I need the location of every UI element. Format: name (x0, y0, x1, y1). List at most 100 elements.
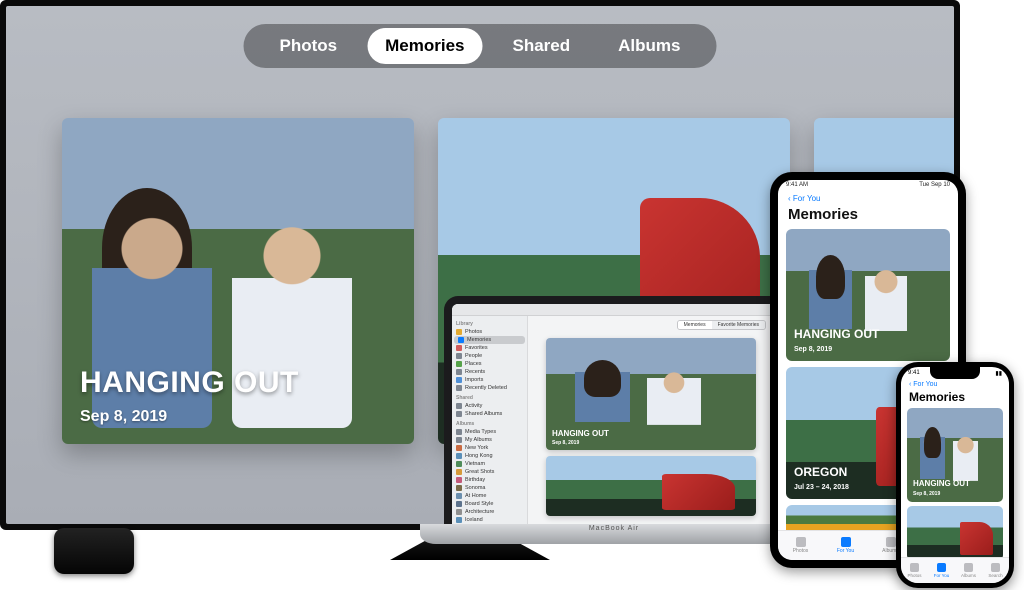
sidebar-item-icon (456, 345, 462, 351)
tab-label: Search (988, 573, 1002, 578)
macbook-base: MacBook Air (420, 524, 808, 544)
sidebar-item-label: People (465, 353, 482, 359)
sidebar-item-icon (456, 385, 462, 391)
sidebar-item-great-shots[interactable]: Great Shots (452, 468, 527, 476)
status-time: 9:41 (908, 370, 920, 381)
macbook-frame: LibraryPhotosMemoriesFavoritesPeoplePlac… (444, 296, 784, 524)
tab-label: Photos (793, 548, 809, 554)
memory-title: HANGING OUT (80, 366, 299, 400)
tab-for-you[interactable]: For You (928, 558, 955, 583)
sidebar-item-photos[interactable]: Photos (452, 328, 527, 336)
sidebar-item-my-albums[interactable]: My Albums (452, 436, 527, 444)
sidebar-item-label: Imports (465, 377, 483, 383)
sidebar-item-label: Recents (465, 369, 485, 375)
memory-title: HANGING OUT (794, 327, 879, 341)
search-icon (991, 563, 1000, 572)
sidebar-item-media-types[interactable]: Media Types (452, 428, 527, 436)
sidebar-item-at-home[interactable]: At Home (452, 492, 527, 500)
sidebar-item-board-style[interactable]: Board Style (452, 500, 527, 508)
iphone-notch (930, 367, 980, 379)
sidebar-item-shared-albums[interactable]: Shared Albums (452, 410, 527, 418)
memory-card-hanging-out[interactable]: HANGING OUT Sep 8, 2019 (62, 118, 414, 444)
segment-favorite-memories[interactable]: Favorite Memories (712, 321, 765, 329)
sidebar-item-icon (456, 369, 462, 375)
tab-memories[interactable]: Memories (367, 28, 482, 64)
ipad-navbar: ‹ For You (778, 194, 958, 205)
sidebar-item-icon (456, 517, 462, 523)
memory-photo (82, 188, 392, 438)
memory-date: Jul 23 – 24, 2018 (794, 484, 849, 491)
memory-card-hanging-out[interactable]: HANGING OUT Sep 8, 2019 (786, 229, 950, 361)
sidebar-item-icon (456, 411, 462, 417)
sidebar-item-activity[interactable]: Activity (452, 402, 527, 410)
sidebar-item-icon (456, 477, 462, 483)
sidebar-item-recently-deleted[interactable]: Recently Deleted (452, 384, 527, 392)
sidebar-item-icon (456, 429, 462, 435)
tab-shared[interactable]: Shared (495, 28, 589, 64)
sidebar-item-imports[interactable]: Imports (452, 376, 527, 384)
sidebar-item-places[interactable]: Places (452, 360, 527, 368)
sidebar-section-header: Albums (452, 418, 527, 428)
sidebar-item-memories[interactable]: Memories (454, 336, 525, 344)
mac-segmented-control: Memories Favorite Memories (677, 320, 766, 330)
sidebar-item-sonoma[interactable]: Sonoma (452, 484, 527, 492)
tab-label: For You (837, 548, 854, 554)
memory-date: Sep 8, 2019 (913, 491, 940, 497)
tab-albums[interactable]: Albums (955, 558, 982, 583)
sidebar-item-label: Hong Kong (465, 453, 493, 459)
sidebar-item-icon (456, 453, 462, 459)
sidebar-item-icon (456, 329, 462, 335)
memory-date: Sep 8, 2019 (80, 408, 167, 426)
sidebar-item-favorites[interactable]: Favorites (452, 344, 527, 352)
sidebar-item-icon (456, 377, 462, 383)
sidebar-item-label: Architecture (465, 509, 494, 515)
back-button[interactable]: ‹ For You (909, 381, 937, 388)
tab-photos[interactable]: Photos (262, 28, 356, 64)
iphone-tab-bar: Photos For You Albums Search (901, 557, 1009, 583)
sidebar-item-architecture[interactable]: Architecture (452, 508, 527, 516)
tab-photos[interactable]: Photos (901, 558, 928, 583)
memory-date: Sep 8, 2019 (552, 440, 579, 446)
sidebar-item-vietnam[interactable]: Vietnam (452, 460, 527, 468)
tab-label: For You (934, 573, 950, 578)
sidebar-item-new-york[interactable]: New York (452, 444, 527, 452)
iphone-content[interactable]: HANGING OUT Sep 8, 2019 (901, 408, 1009, 557)
sidebar-item-icon (456, 403, 462, 409)
back-button[interactable]: ‹ For You (788, 194, 820, 203)
sidebar-item-label: Favorites (465, 345, 488, 351)
sidebar-item-recents[interactable]: Recents (452, 368, 527, 376)
sidebar-item-icon (456, 509, 462, 515)
page-title: Memories (778, 205, 958, 229)
sidebar-item-hong-kong[interactable]: Hong Kong (452, 452, 527, 460)
tab-albums[interactable]: Albums (600, 28, 698, 64)
sidebar-item-label: Board Style (465, 501, 493, 507)
page-title: Memories (901, 389, 1009, 408)
memory-card-oregon[interactable] (907, 506, 1003, 557)
sidebar-item-icon (456, 445, 462, 451)
sidebar-item-label: Recently Deleted (465, 385, 507, 391)
sidebar-item-birthday[interactable]: Birthday (452, 476, 527, 484)
memory-card-hanging-out[interactable]: HANGING OUT Sep 8, 2019 (546, 338, 756, 450)
sidebar-item-label: Sonoma (465, 485, 486, 491)
sidebar-item-label: At Home (465, 493, 486, 499)
sidebar-section-header: Shared (452, 392, 527, 402)
tab-for-you[interactable]: For You (823, 531, 868, 560)
segment-memories[interactable]: Memories (678, 321, 712, 329)
sidebar-item-label: New York (465, 445, 488, 451)
tab-photos[interactable]: Photos (778, 531, 823, 560)
macbook-screen: LibraryPhotosMemoriesFavoritesPeoplePlac… (452, 304, 776, 524)
tab-search[interactable]: Search (982, 558, 1009, 583)
heart-icon (937, 563, 946, 572)
apple-tv-device (54, 528, 134, 574)
heart-icon (841, 537, 851, 547)
memory-card-hanging-out[interactable]: HANGING OUT Sep 8, 2019 (907, 408, 1003, 502)
sidebar-item-iceland[interactable]: Iceland (452, 516, 527, 524)
sidebar-item-label: Photos (465, 329, 482, 335)
iphone-screen: 9:41 ▮▮ ‹ For You Memories HANGING OUT S… (901, 367, 1009, 583)
memory-card-oregon[interactable] (546, 456, 756, 516)
sidebar-item-label: Media Types (465, 429, 496, 435)
sidebar-item-icon (456, 469, 462, 475)
tab-label: Albums (961, 573, 976, 578)
sidebar-item-people[interactable]: People (452, 352, 527, 360)
sidebar-item-label: Birthday (465, 477, 485, 483)
